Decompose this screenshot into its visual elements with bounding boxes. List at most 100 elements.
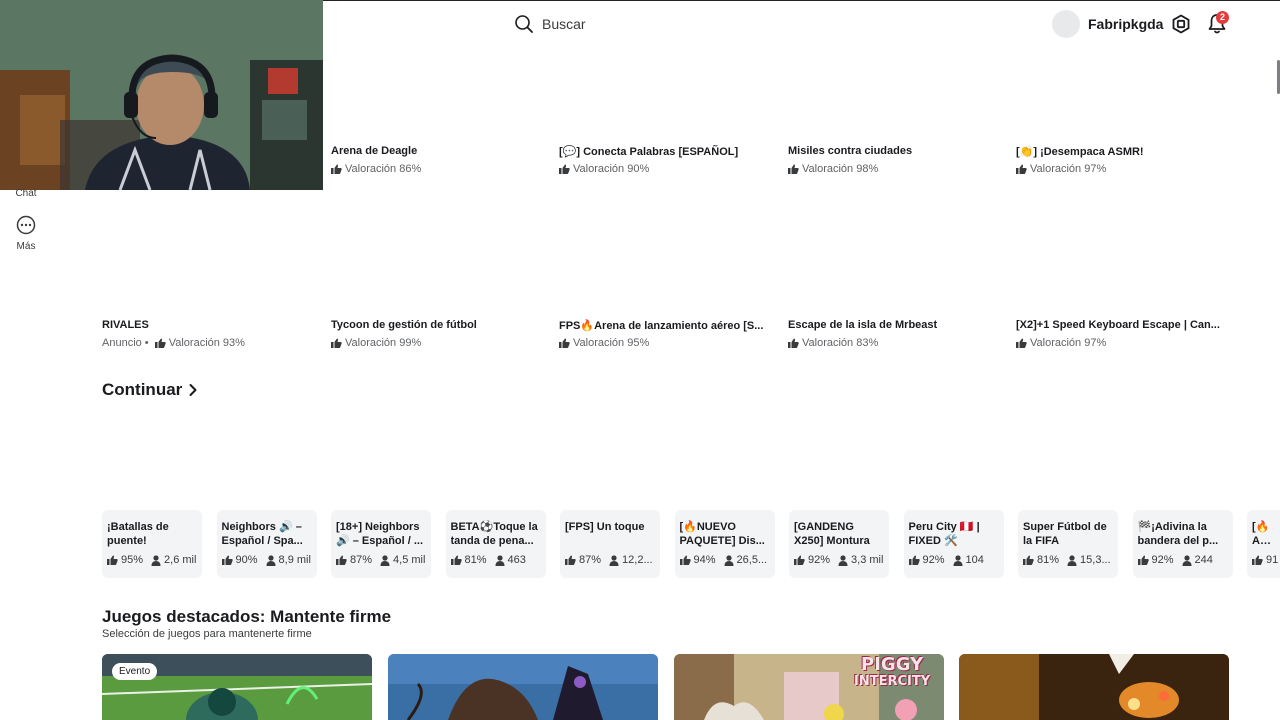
thumbs-up-icon [331,338,342,348]
featured-game-card[interactable]: PIGGY INTERCITY [674,654,944,720]
game-rating: Valoración 86% [331,163,421,175]
continue-game-card[interactable]: [18+] Neighbors 🔊 – Español / ... 87% 4,5 … [331,510,431,578]
game-title[interactable]: [18+] Neighbors 🔊 – Español / ... [336,520,426,548]
continue-game-card[interactable]: Neighbors 🔊 – Español / Spa... 90% 8,9 mil [216,510,317,578]
ad-label: Anuncio • [102,337,152,349]
game-rating: Valoración 99% [331,337,421,349]
game-rating: Valoración 97% [1016,337,1106,349]
rating-value: 87% [350,554,373,566]
thumbs-up-icon [450,555,462,565]
player-count: 244 [1194,554,1213,566]
players-icon [380,554,390,566]
rating-value: 81% [1037,554,1060,566]
game-title[interactable]: RIVALES [102,319,312,331]
featured-game-card[interactable] [388,654,658,720]
thumbs-up-icon [154,338,166,348]
section-title[interactable]: Juegos destacados: Mantente firme [102,607,391,627]
robux-icon[interactable] [1171,14,1191,34]
sidebar-item-chat[interactable]: Chat [0,188,52,199]
game-stats: 81% 15,3... [1023,554,1118,566]
featured-game-card[interactable]: Evento [102,654,372,720]
game-title[interactable]: [🔥AC IÓN D [1252,520,1275,548]
game-stats: 90% 8,9 mil [221,554,317,566]
continue-game-card[interactable]: Peru City 🇵🇪 | FIXED 🛠️ 92% 104 [903,510,1004,578]
game-title[interactable]: [FPS] Un toque [565,520,655,548]
player-count: 8,9 mil [278,554,311,566]
continue-game-card[interactable]: Super Fútbol de la FIFA 81% 15,3... [1018,510,1118,578]
players-icon [151,554,161,566]
players-icon [1182,554,1192,566]
game-title[interactable]: Neighbors 🔊 – Español / Spa... [222,520,312,548]
game-title[interactable]: Misiles contra ciudades [788,145,998,157]
thumbs-up-icon [559,338,570,348]
sidebar-item-label: Más [16,241,36,252]
game-rating: Valoración 95% [559,337,649,349]
thumbs-up-icon [788,164,799,174]
thumbs-up-icon [1023,555,1034,565]
game-rating: Valoración 83% [788,337,878,349]
rating-value: 92% [1151,554,1174,566]
players-icon [609,554,619,566]
game-title[interactable]: [GANDENG X250] Montura [794,520,884,548]
game-title[interactable]: Arena de Deagle [331,145,541,157]
game-stats: 81% 463 [450,554,546,566]
username[interactable]: Fabripkgda [1088,16,1163,32]
continue-game-card[interactable]: [GANDENG X250] Montura 92% 3,3 mil [789,510,889,578]
continue-game-card[interactable]: BETA⚽Toque la tanda de pena... 81% 463 [445,510,546,578]
game-stats: 92% 104 [908,554,1004,566]
section-title[interactable]: Continuar [102,380,182,400]
game-title[interactable]: Tycoon de gestión de fútbol [331,319,541,331]
continue-game-card[interactable]: [FPS] Un toque 87% 12,2... [560,510,660,578]
players-icon [953,554,963,566]
game-title[interactable]: FPS🔥Arena de lanzamiento aéreo [S... [559,319,769,332]
continue-game-card[interactable]: [🔥AC IÓN D 91 [1247,510,1280,578]
player-count: 4,5 mil [393,554,426,566]
rating-value: 90% [235,554,258,566]
thumbs-up-icon [331,164,342,174]
continue-game-card[interactable]: ¡Batallas de puente! 95% 2,6 mil [102,510,202,578]
game-stats: 92% 3,3 mil [794,554,889,566]
continue-game-card[interactable]: 🏁¡Adivina la bandera del p... 92% 244 [1132,510,1233,578]
thumbs-up-icon [559,164,570,174]
player-count: 15,3... [1080,554,1111,566]
continue-section-header[interactable]: Continuar [102,380,198,400]
game-title[interactable]: [X2]+1 Speed Keyboard Escape | Can... [1016,319,1226,331]
game-title[interactable]: [💬] Conecta Palabras [ESPAÑOL] [559,145,769,158]
game-title[interactable]: ¡Batallas de puente! [107,520,197,548]
featured-section-header[interactable]: Juegos destacados: Mantente firme [102,607,391,627]
rating-value: 81% [464,554,487,566]
game-stats: 92% 244 [1137,554,1233,566]
avatar[interactable] [1052,10,1080,38]
webcam-overlay [0,0,323,190]
sidebar-item-more[interactable]: Más [0,215,52,252]
rating-value: 95% [121,554,144,566]
game-title[interactable]: [👏] ¡Desempaca ASMR! [1016,145,1226,158]
game-title[interactable]: Peru City 🇵🇪 | FIXED 🛠️ [909,520,999,548]
game-title[interactable]: BETA⚽Toque la tanda de pena... [451,520,541,548]
rating-value: 91 [1266,554,1279,566]
webcam-feed-image [0,0,323,190]
chevron-right-icon[interactable] [188,383,198,397]
featured-game-card[interactable] [959,654,1229,720]
game-title[interactable]: Escape de la isla de Mrbeast [788,319,998,331]
game-stats: 95% 2,6 mil [107,554,202,566]
thumbs-up-icon [794,555,805,565]
game-title[interactable]: Super Fútbol de la FIFA [1023,520,1113,548]
piggy-logo: PIGGY INTERCITY [854,654,931,690]
game-stats: 87% 12,2... [565,554,660,566]
thumbs-up-icon [1016,164,1027,174]
game-title[interactable]: [🔥NUEVO PAQUETE] Dis... [680,520,770,548]
search-placeholder[interactable]: Buscar [542,16,586,32]
game-title[interactable]: 🏁¡Adivina la bandera del p... [1138,520,1228,548]
notification-badge: 2 [1216,11,1229,24]
search-icon [515,15,533,33]
user-profile-link[interactable]: Fabripkgda [1052,10,1163,38]
search-bar[interactable]: Buscar [514,13,586,35]
continue-game-card[interactable]: [🔥NUEVO PAQUETE] Dis... 94% 26,5... [674,510,775,578]
thumbs-up-icon [1016,338,1027,348]
players-icon [724,554,734,566]
players-icon [495,554,505,566]
sidebar-item-label: Chat [15,188,37,199]
section-subtitle: Selección de juegos para mantenerte firm… [102,628,312,640]
thumbs-up-icon [788,338,799,348]
